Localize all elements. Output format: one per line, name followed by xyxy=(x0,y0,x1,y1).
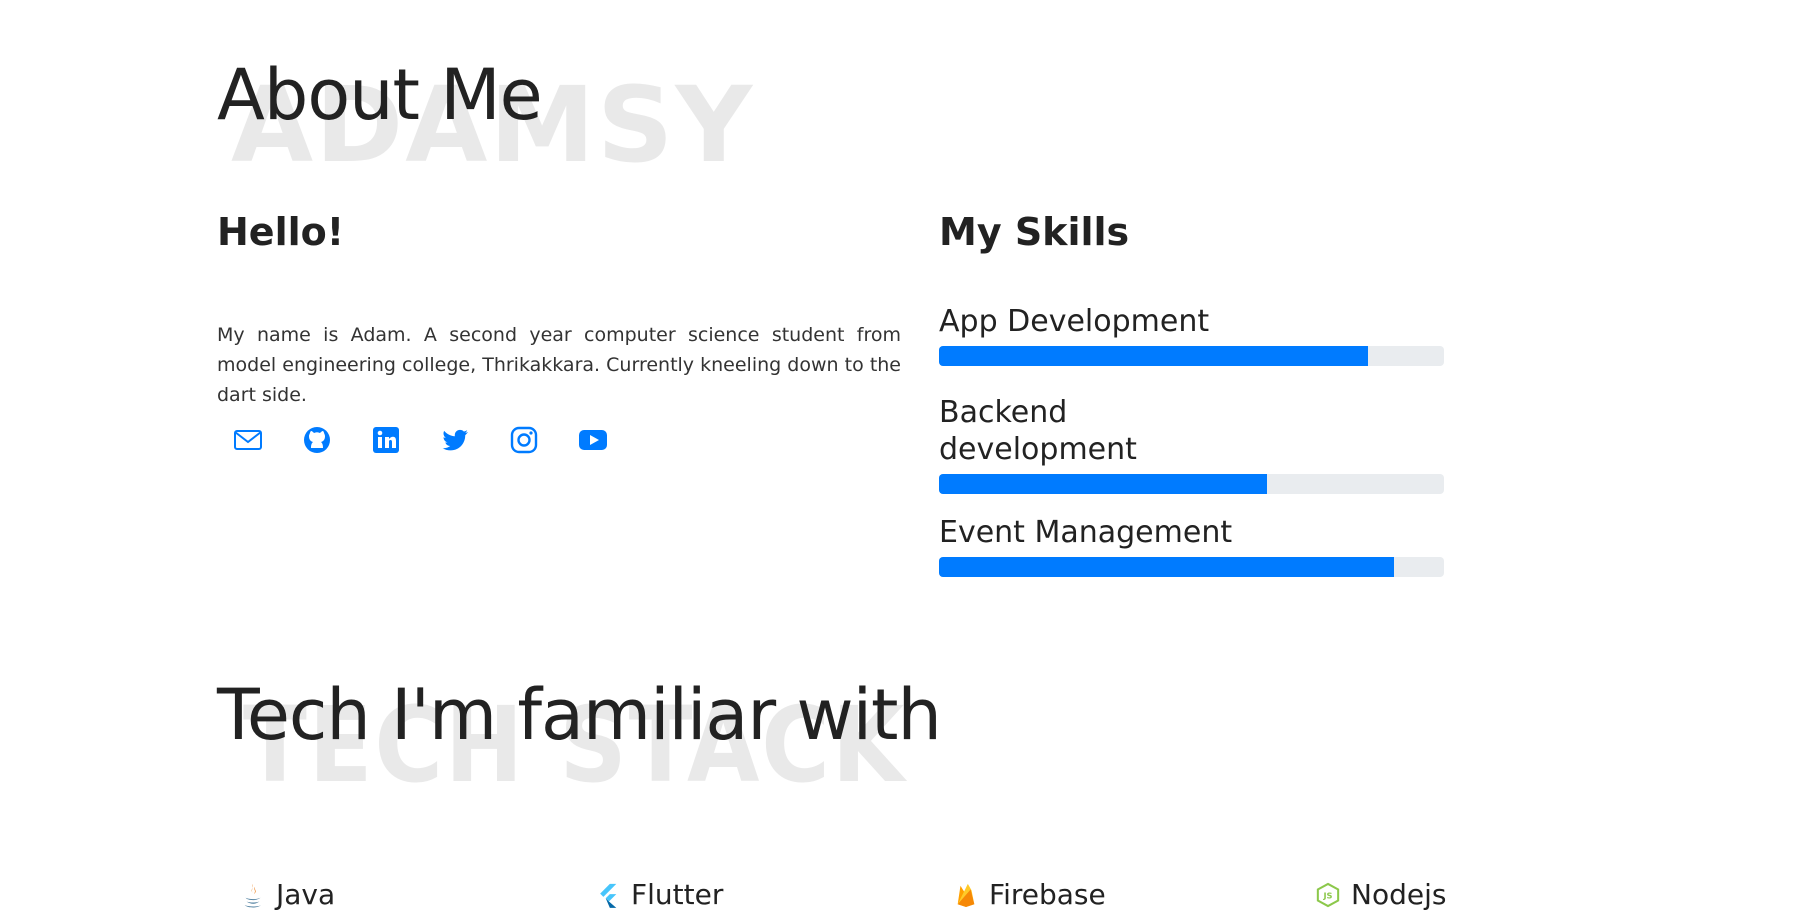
tech-item-java: Java xyxy=(240,878,335,911)
social-links xyxy=(232,424,609,456)
tech-item-flutter: Flutter xyxy=(595,878,723,911)
youtube-icon[interactable] xyxy=(577,424,609,456)
svg-text:JS: JS xyxy=(1322,890,1332,900)
mail-icon[interactable] xyxy=(232,424,264,456)
flutter-icon xyxy=(595,881,621,909)
skill-progress-track xyxy=(939,346,1444,366)
linkedin-icon[interactable] xyxy=(370,424,402,456)
about-title: About Me xyxy=(217,54,543,136)
skill-label: Event Management xyxy=(939,515,1233,550)
skill-progress-fill xyxy=(939,557,1394,577)
skill-progress-track xyxy=(939,557,1444,577)
tech-label: Nodejs xyxy=(1351,878,1447,911)
skill-event-management: Event Management xyxy=(939,514,1444,577)
tech-title: Tech I'm familiar with xyxy=(217,674,942,756)
skill-app-development: App Development xyxy=(939,303,1444,366)
skill-progress-fill xyxy=(939,474,1268,494)
skill-progress-fill xyxy=(939,346,1369,366)
tech-label: Java xyxy=(276,878,336,911)
instagram-icon[interactable] xyxy=(508,424,540,456)
skill-label: Backend development xyxy=(939,395,1137,467)
bio-text: My name is Adam. A second year computer … xyxy=(217,324,901,406)
greeting-heading: Hello! xyxy=(217,210,345,254)
tech-item-firebase: Firebase xyxy=(953,878,1106,911)
tech-item-nodejs: JS Nodejs xyxy=(1315,878,1446,911)
skill-label: App Development xyxy=(939,304,1210,339)
tech-list: Java Flutter Firebase JS Nodejs xyxy=(240,878,1450,914)
java-icon xyxy=(240,881,266,909)
skill-backend-development: Backend development xyxy=(939,394,1444,494)
skills-heading: My Skills xyxy=(939,210,1130,254)
tech-label: Flutter xyxy=(631,878,724,911)
firebase-icon xyxy=(953,881,979,909)
github-icon[interactable] xyxy=(301,424,333,456)
tech-label: Firebase xyxy=(989,878,1106,911)
skill-progress-track xyxy=(939,474,1444,494)
nodejs-icon: JS xyxy=(1315,881,1341,909)
twitter-icon[interactable] xyxy=(439,424,471,456)
